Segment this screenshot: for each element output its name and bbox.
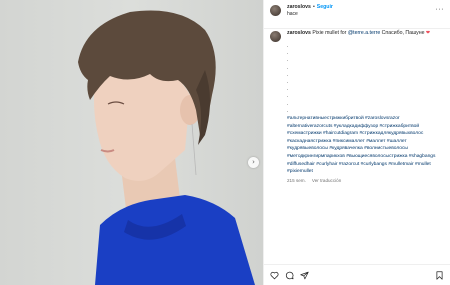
- post-caption: zaroslovs Pixie mullet for @terre.a.terr…: [270, 30, 446, 183]
- hashtag-link[interactable]: #стрижкабритвой: [380, 124, 420, 129]
- caption-avatar[interactable]: [270, 31, 281, 42]
- hashtag-link[interactable]: #вьющиесяволосыстрижка: [346, 154, 407, 159]
- caption-text-before: Pixie mullet for: [312, 30, 348, 36]
- hashtag-link[interactable]: #shagbangs: [409, 154, 436, 159]
- comment-icon[interactable]: [285, 271, 294, 280]
- chevron-right-icon: ›: [252, 158, 255, 166]
- caption-dot: .: [287, 107, 289, 114]
- caption-mention[interactable]: @terre.a.terre: [348, 30, 380, 36]
- hashtag-link[interactable]: #методкрингирмпарикхов: [287, 154, 345, 159]
- hashtag-link[interactable]: #маллет: [366, 139, 385, 144]
- caption-dot: .: [287, 71, 289, 78]
- action-bar: [264, 264, 450, 285]
- post-photo[interactable]: ›: [0, 0, 263, 285]
- caption-dot: .: [287, 64, 289, 71]
- hashtag-link[interactable]: #кудрявыеволосы: [287, 146, 328, 151]
- caption-row: zaroslovs Pixie mullet for @terre.a.terr…: [270, 30, 446, 42]
- hashtag-link[interactable]: #альтернативныестрижкибритвой: [287, 116, 364, 121]
- hashtag-link[interactable]: #шаллет: [387, 139, 407, 144]
- caption-dot: .: [287, 79, 289, 86]
- heart-icon[interactable]: [270, 271, 279, 280]
- hashtag-link[interactable]: #diffusedhair: [287, 162, 315, 167]
- caption-text: zaroslovs Pixie mullet for @terre.a.terr…: [287, 30, 437, 36]
- more-horizontal-icon[interactable]: ···: [436, 6, 445, 13]
- blue-top-shape: [95, 195, 255, 285]
- caption-dot: .: [287, 43, 289, 49]
- next-photo-button[interactable]: ›: [248, 157, 259, 168]
- caption-dot: .: [287, 57, 289, 64]
- bookmark-icon[interactable]: [435, 271, 444, 280]
- header-text: zaroslovs • Seguir hace: [287, 4, 333, 18]
- instagram-post: › zaroslovs • Seguir hace ··· zaroslovs Pi…: [0, 0, 450, 285]
- avatar[interactable]: [270, 5, 281, 16]
- hashtag-link[interactable]: #укладкадиффузор: [334, 124, 378, 129]
- header-username[interactable]: zaroslovs: [287, 4, 311, 10]
- caption-dots: ..........: [287, 43, 446, 115]
- hashtag-link[interactable]: #alternativerazorcuts: [287, 124, 332, 129]
- caption-dot: .: [287, 100, 289, 107]
- hashtag-link[interactable]: #curlyhair: [316, 162, 337, 167]
- post-header: zaroslovs • Seguir hace ···: [264, 0, 450, 29]
- portrait-illustration: [78, 10, 255, 285]
- hashtag-link[interactable]: #mulletmair: [388, 162, 413, 167]
- hashtag-link[interactable]: #схемастрижки: [287, 131, 322, 136]
- hashtag-link[interactable]: #curlybangs: [361, 162, 387, 167]
- hashtag-link[interactable]: #zaroslovsrazor: [365, 116, 400, 121]
- header-separator: •: [312, 4, 315, 10]
- header-subtitle: hace: [287, 11, 298, 17]
- caption-username[interactable]: zaroslovs: [287, 30, 311, 36]
- hashtag-link[interactable]: #haircutdiagram: [323, 131, 358, 136]
- hashtag-link[interactable]: #кудрявачелка: [329, 146, 362, 151]
- earring-shape: [191, 123, 197, 176]
- heart-emoji: ❤: [425, 30, 431, 36]
- hashtag-link[interactable]: #волнистыеволосы: [364, 146, 408, 151]
- caption-text-after: Спасибо, Пашуне: [380, 30, 426, 36]
- hashtag-link[interactable]: #каскаднаястрижка: [287, 139, 331, 144]
- caption-dot: .: [287, 86, 289, 93]
- post-meta: 215 sem. Ver traducción: [287, 178, 446, 183]
- hashtag-link[interactable]: #pixiemullet: [287, 169, 313, 174]
- follow-button[interactable]: Seguir: [317, 4, 333, 10]
- caption-dot: .: [287, 93, 289, 100]
- hashtag-link[interactable]: #mullet: [415, 162, 431, 167]
- hashtag-link[interactable]: #стрижкадлякудрявыхволос: [359, 131, 423, 136]
- hashtag-link[interactable]: #razorcut: [339, 162, 359, 167]
- translate-link[interactable]: Ver traducción: [312, 178, 341, 183]
- hashtag-list: #альтернативныестрижкибритвой #zaroslovs…: [287, 115, 441, 176]
- post-time: 215 sem.: [287, 177, 306, 183]
- caption-dot: .: [287, 50, 289, 57]
- hashtag-link[interactable]: #пиксималлет: [333, 139, 365, 144]
- send-icon[interactable]: [300, 271, 309, 280]
- post-side-panel: zaroslovs • Seguir hace ··· zaroslovs Pixi…: [263, 0, 450, 285]
